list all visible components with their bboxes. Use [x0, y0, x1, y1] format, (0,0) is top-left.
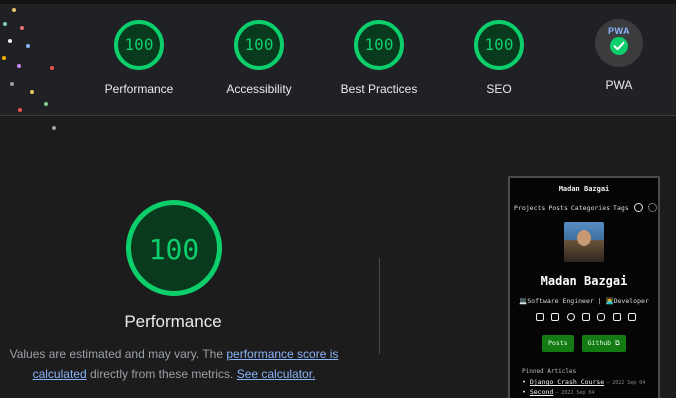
score-ring: 100 [354, 20, 404, 70]
note-text-middle: directly from these metrics. [86, 367, 237, 381]
gauge-label: PWA [605, 78, 633, 92]
score-ring: 100 [114, 20, 164, 70]
pinned-article-item: • Second — 2022 Sep 04 [522, 388, 595, 396]
score-ring: 100 [474, 20, 524, 70]
score-value: 100 [364, 35, 394, 54]
score-value: 100 [124, 35, 154, 54]
linkedin-icon [627, 313, 636, 321]
nav-item-posts: Posts [548, 203, 568, 212]
score-value: 100 [484, 35, 514, 54]
profile-name: Madan Bazgai [540, 274, 628, 288]
confetti-decoration [0, 4, 70, 144]
whatsapp-icon [566, 313, 575, 321]
article-title: Second [529, 388, 554, 396]
gauge-accessibility[interactable]: 100 Accessibility [189, 20, 329, 96]
performance-score-value: 100 [148, 233, 200, 266]
gauge-label: Accessibility [226, 82, 292, 96]
avatar [564, 222, 604, 262]
gauge-best-practices[interactable]: 100 Best Practices [309, 20, 449, 96]
article-date: — 2022 Sep 04 [606, 380, 646, 386]
site-title: Madan Bazgai [558, 185, 610, 193]
profile-buttons: Posts Github ⧉ [542, 335, 634, 352]
gauge-seo[interactable]: 100 SEO [429, 20, 569, 96]
instagram-icon [597, 313, 606, 321]
search-icon [633, 203, 643, 212]
profile-subtitle: 💻Software Engineer | 👨‍💻Developer [519, 297, 649, 305]
article-title: Django Crash Course [529, 378, 605, 386]
note-text-prefix: Values are estimated and may vary. The [9, 347, 227, 361]
performance-title: Performance [124, 312, 222, 331]
nav-item-projects: Projects [514, 203, 546, 212]
score-ring: 100 [234, 20, 284, 70]
gauge-label: SEO [486, 82, 512, 96]
vertical-divider [379, 258, 380, 354]
gauge-pwa[interactable]: PWA PWA [549, 19, 676, 92]
score-value: 100 [244, 35, 274, 54]
check-icon [610, 37, 628, 55]
performance-score-gauge: 100 [126, 200, 222, 296]
github-button: Github ⧉ [581, 335, 626, 352]
posts-button: Posts [542, 335, 574, 352]
twitter-icon [581, 313, 590, 321]
see-calculator-link[interactable]: See calculator. [237, 367, 316, 381]
final-screenshot-thumbnail[interactable]: Madan Bazgai Projects Posts Categories Tags… [508, 176, 660, 398]
screenshot-content: Madan Bazgai Projects Posts Categories Tags… [510, 178, 658, 398]
facebook-icon [612, 313, 621, 321]
article-date: — 2022 Sep 04 [555, 390, 595, 396]
nav-item-categories: Categories [570, 203, 611, 212]
pwa-badge-text: PWA [607, 26, 630, 36]
pinned-articles-heading: Pinned Articles [522, 368, 577, 375]
gauge-label: Best Practices [340, 82, 418, 96]
site-nav: Projects Posts Categories Tags [514, 203, 658, 212]
pwa-badge: PWA [595, 19, 643, 67]
gauge-label: Performance [104, 82, 174, 96]
social-links [536, 313, 636, 321]
mail-icon [536, 313, 544, 321]
pinned-article-item: • Django Crash Course — 2022 Sep 04 [522, 378, 646, 386]
theme-toggle-icon [647, 203, 657, 212]
gauge-performance[interactable]: 100 Performance [69, 20, 209, 96]
estimate-note: Values are estimated and may vary. The p… [0, 344, 348, 384]
scores-summary-bar: 100 Performance 100 Accessibility 100 Be… [0, 4, 676, 130]
nav-item-tags: Tags [613, 203, 629, 212]
phone-icon [551, 313, 560, 321]
